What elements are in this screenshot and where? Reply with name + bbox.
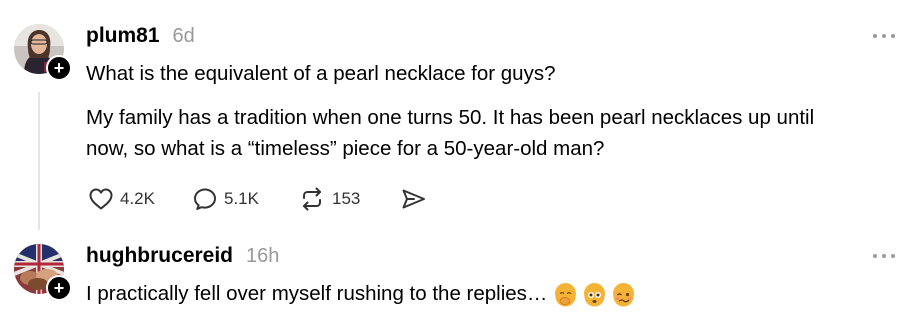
share-icon [400, 187, 428, 211]
repost-count: 153 [332, 189, 361, 208]
username[interactable]: plum81 [86, 24, 160, 48]
follow-plus-icon[interactable]: + [46, 55, 72, 81]
repost-icon [298, 187, 326, 211]
reply-text: I practically fell over myself rushing t… [86, 282, 548, 305]
woozy-emoji [613, 283, 635, 307]
comment-button[interactable]: 5.1K [192, 187, 259, 211]
like-button[interactable]: 4.2K [88, 187, 155, 211]
repost-button[interactable]: 153 [298, 187, 360, 211]
thread-line [38, 92, 40, 230]
like-count: 4.2K [120, 189, 155, 208]
more-icon[interactable] [873, 254, 895, 258]
heart-icon [88, 187, 114, 211]
post-title: What is the equivalent of a pearl neckla… [86, 62, 556, 85]
comment-icon [192, 187, 218, 211]
username[interactable]: hughbrucereid [86, 244, 233, 268]
comment-count: 5.1K [224, 189, 259, 208]
post-time[interactable]: 6d [173, 25, 195, 48]
post-body-line-1: My family has a tradition when one turns… [86, 106, 815, 129]
hand-over-mouth-emoji [555, 283, 577, 307]
more-icon[interactable] [873, 34, 895, 38]
flushed-emoji [584, 283, 606, 307]
follow-plus-icon[interactable]: + [46, 275, 72, 301]
post-body-line-2: now, so what is a “timeless” piece for a… [86, 137, 605, 160]
share-button[interactable] [400, 187, 428, 211]
reply-time[interactable]: 16h [246, 245, 279, 268]
